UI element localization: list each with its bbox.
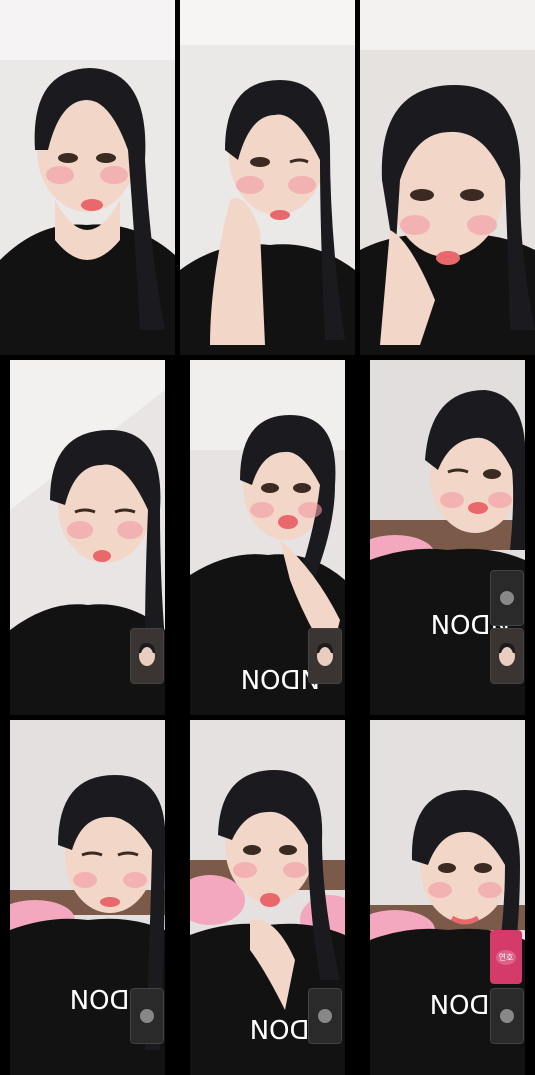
portrait-image [360,0,535,355]
video-tile-4 [10,360,165,715]
pip-thumbnail[interactable] [130,628,164,684]
video-tile-6: NDON [370,360,525,715]
pip-contact-button[interactable]: 연호 [490,930,522,984]
video-tile-5: NDON [190,360,345,715]
video-tile-9: NDON 연호 [370,720,525,1075]
pip-face-image [491,571,523,625]
video-tile-3 [360,0,535,355]
pip-thumbnail[interactable] [308,988,342,1044]
portrait-image [180,0,355,355]
portrait-image [0,0,175,355]
pip-thumbnail[interactable] [490,570,524,626]
pip-thumbnail[interactable] [490,628,524,684]
video-tile-7: NDON [10,720,165,1075]
pip-face-image [309,629,341,683]
pip-thumbnail[interactable] [308,628,342,684]
pip-thumbnail[interactable] [490,988,524,1044]
video-tile-8: NDON [190,720,345,1075]
pip-face-image [309,989,341,1043]
pip-face-image [491,989,523,1043]
pip-thumbnail[interactable] [130,988,164,1044]
pip-contact-label: 연호 [495,949,517,965]
video-tile-1 [0,0,175,355]
pip-face-image [491,629,523,683]
video-tile-2 [180,0,355,355]
pip-face-image [131,989,163,1043]
pip-face-image [131,629,163,683]
